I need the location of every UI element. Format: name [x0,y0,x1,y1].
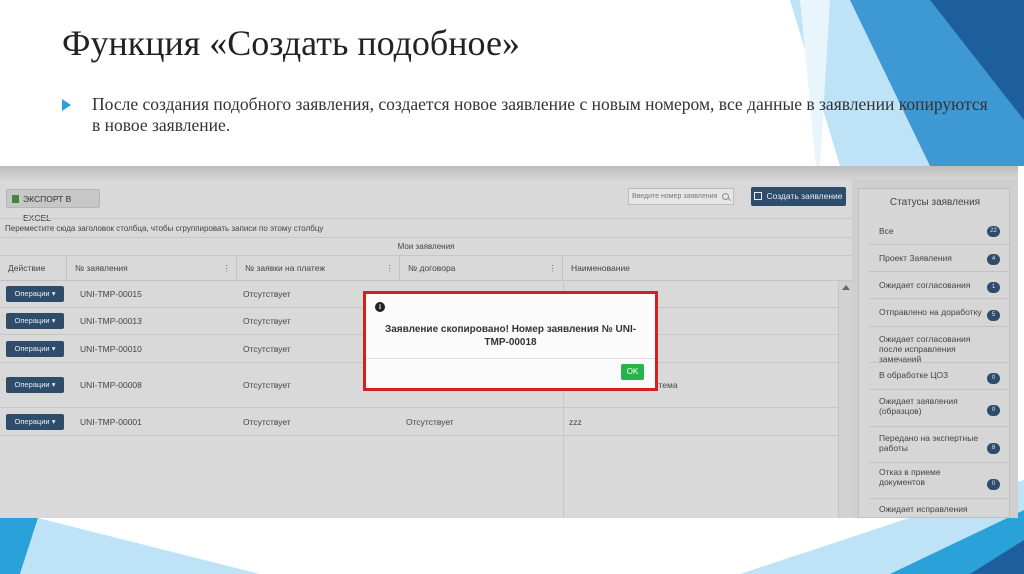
bullet-text: После создания подобного заявления, созд… [92,94,988,135]
status-item-processing[interactable]: В обработке ЦОЗ 0 [869,363,1009,390]
group-drop-area[interactable]: Переместите сюда заголовок столбца, чтоб… [0,218,852,238]
ok-button[interactable]: OK [621,364,644,380]
operations-label: Операции [14,316,50,325]
slide-decoration-bottom-left [0,518,260,574]
status-item-all[interactable]: Все 22 [869,218,1009,245]
grid-caption: Мои заявления [0,238,852,256]
excel-icon [12,195,19,203]
operations-button[interactable]: Операции ▾ [6,313,64,329]
column-header-contract[interactable]: № договора ⋮ [400,256,563,281]
status-item-rejected[interactable]: Отказ в приеме документов 0 [869,463,1009,499]
payment-number: Отсутствует [243,343,291,354]
column-header-label: Наименование [571,263,630,273]
operations-button[interactable]: Операции ▾ [6,286,64,302]
status-item-returned[interactable]: Отправлено на доработку 5 [869,299,1009,327]
search-placeholder: Введите номер заявления [632,193,718,200]
copy-success-dialog: i Заявление скопировано! Номер заявления… [363,291,658,391]
export-excel-button[interactable]: ЭКСПОРТ В EXCEL [6,189,100,223]
create-application-label: Создать заявление [766,191,843,201]
status-item-awaiting-samples[interactable]: Ожидает заявления (образцов) 0 [869,390,1009,427]
status-label: Ожидает заявления (образцов) [879,396,958,416]
status-label: Отправлено на доработку [879,307,982,317]
application-number: UNI-TMP-00010 [80,343,142,354]
item-name: zzz [569,416,582,427]
operations-label: Операции [14,289,50,298]
operations-button[interactable]: Операции ▾ [6,377,64,393]
status-item-expert-works[interactable]: Передано на экспертные работы 8 [869,427,1009,463]
column-header-payment[interactable]: № заявки на платеж ⋮ [237,256,400,281]
status-count-badge: 4 [987,254,1000,265]
payment-number: Отсутствует [243,316,291,326]
payment-number: Отсутствует [243,416,291,427]
status-count-badge: 0 [987,373,1000,384]
application-number: UNI-TMP-00008 [80,380,142,390]
search-icon [722,193,729,200]
column-header-label: № договора [408,263,456,273]
column-header-label: Действие [8,263,46,273]
status-count-badge: 5 [987,310,1000,321]
status-count-badge: 0 [987,405,1000,416]
column-menu-icon[interactable]: ⋮ [223,256,232,281]
status-label: Отказ в приеме документов [879,467,941,487]
column-header-label: № заявки на платеж [245,263,326,273]
operations-button[interactable]: Операции ▾ [6,414,64,430]
application-number: UNI-TMP-00015 [80,289,142,299]
create-application-button[interactable]: Создать заявление [751,187,846,206]
status-label: В обработке ЦОЗ [879,370,949,380]
application-number: UNI-TMP-00001 [80,416,142,427]
status-label: Ожидает исправления [879,504,968,514]
status-count-badge: 1 [987,282,1000,293]
status-label: Ожидает согласования [879,280,971,290]
app-top-bar [0,166,1018,180]
bullet-arrow-icon [62,99,71,111]
status-panel: Статусы заявления Все 22 Проект Заявлени… [858,188,1010,518]
dialog-divider [366,358,655,359]
operations-label: Операции [14,380,50,389]
status-count-badge: 22 [987,226,1000,237]
payment-number: Отсутствует [243,289,291,299]
column-menu-icon[interactable]: ⋮ [386,256,395,281]
app-screenshot: ЭКСПОРТ В EXCEL Введите номер заявления … [0,166,1018,518]
bullet-point: После создания подобного заявления, созд… [62,94,992,136]
status-count-badge: 0 [987,479,1000,490]
info-icon: i [375,302,385,312]
operations-button[interactable]: Операции ▾ [6,341,64,357]
column-menu-icon[interactable]: ⋮ [549,256,558,281]
operations-label: Операции [14,417,50,426]
dialog-message: Заявление скопировано! Номер заявления №… [384,324,637,348]
search-input[interactable]: Введите номер заявления [628,188,734,205]
status-item-draft[interactable]: Проект Заявления 4 [869,245,1009,272]
column-header-number[interactable]: № заявления ⋮ [67,256,237,281]
scroll-up-icon[interactable] [842,285,850,290]
grid-scrollbar[interactable] [838,281,852,518]
slide-decoration-top-right [790,0,1024,166]
status-label: Передано на экспертные работы [879,433,979,453]
application-number: UNI-TMP-00013 [80,316,142,326]
status-label: Все [879,226,894,236]
status-label: Проект Заявления [879,253,952,263]
column-header-name[interactable]: Наименование [563,256,852,281]
status-panel-title: Статусы заявления [889,197,981,208]
status-item-awaiting-after-fix[interactable]: Ожидает согласования после исправления з… [869,327,1009,364]
table-row[interactable]: Операции ▾ UNI-TMP-00001 Отсутствует Отс… [0,408,838,436]
column-header-label: № заявления [75,263,128,273]
create-icon [754,192,763,200]
payment-number: Отсутствует [243,380,291,390]
contract-number: Отсутствует [406,416,454,427]
column-header-action[interactable]: Действие [0,256,67,281]
status-item-awaiting-approval[interactable]: Ожидает согласования 1 [869,272,1009,299]
status-label: Ожидает согласования после исправления з… [879,334,971,364]
status-count-badge: 8 [987,443,1000,454]
operations-label: Операции [14,344,50,353]
status-item-awaiting-fix[interactable]: Ожидает исправления [869,499,1009,518]
slide-title: Функция «Создать подобное» [62,23,520,63]
